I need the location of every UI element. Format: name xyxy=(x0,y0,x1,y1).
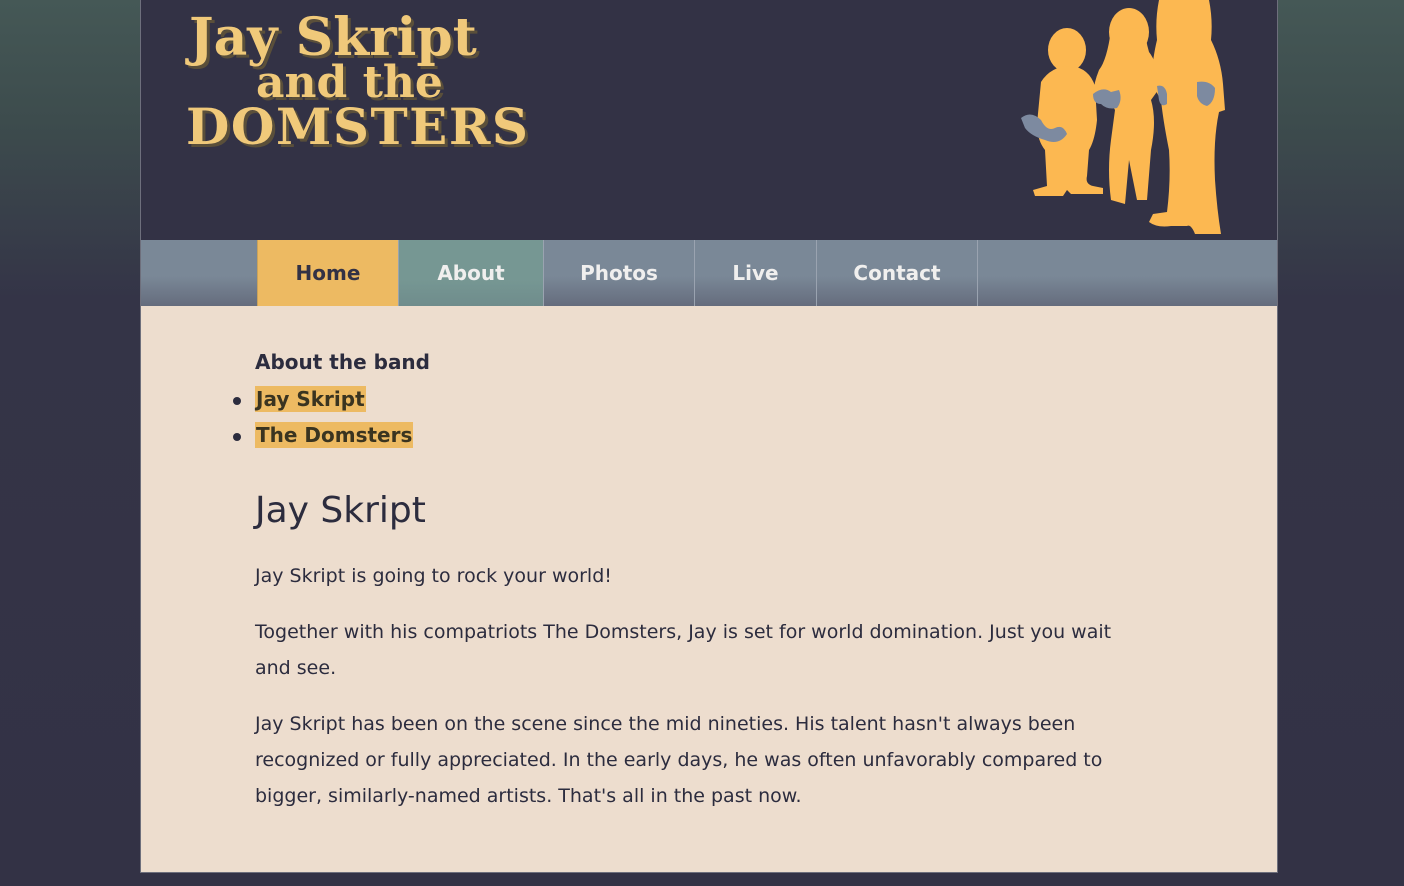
nav-item-contact[interactable]: Contact xyxy=(816,240,977,306)
nav-item-live[interactable]: Live xyxy=(694,240,816,306)
nav-item-label: Live xyxy=(732,261,779,285)
nav-item-about[interactable]: About xyxy=(398,240,543,306)
subnav-link-the-domsters[interactable]: The Domsters xyxy=(255,422,414,448)
subnav-item: Jay Skript xyxy=(233,386,413,422)
nav-item-label: About xyxy=(437,261,505,285)
section-heading: Jay Skript xyxy=(255,490,426,531)
page-wrapper: Jay Skript Jay Skript and the and the DO… xyxy=(140,0,1278,873)
logo-line3: DOMSTERS xyxy=(186,97,528,156)
nav-item-home[interactable]: Home xyxy=(257,240,398,306)
subnav-list: Jay Skript The Domsters xyxy=(233,386,414,458)
nav-item-label: Home xyxy=(295,261,361,285)
nav-list: Home About Photos Live Contact xyxy=(257,240,978,306)
main-navigation: Home About Photos Live Contact xyxy=(141,240,1277,306)
paragraph: Jay Skript is going to rock your world! xyxy=(255,565,612,587)
bullet-icon xyxy=(233,433,241,441)
subnav-item: The Domsters xyxy=(233,422,414,458)
nav-item-label: Photos xyxy=(580,261,658,285)
band-silhouette-image xyxy=(1021,0,1225,234)
subnav-title: About the band xyxy=(255,350,430,374)
paragraph: Together with his compatriots The Domste… xyxy=(255,621,1112,679)
nav-item-label: Contact xyxy=(853,261,941,285)
subnav-link-jay-skript[interactable]: Jay Skript xyxy=(255,386,366,412)
site-header: Jay Skript Jay Skript and the and the DO… xyxy=(141,0,1277,240)
band-logo[interactable]: Jay Skript Jay Skript and the and the DO… xyxy=(181,0,541,160)
paragraph: Jay Skript has been on the scene since t… xyxy=(255,713,1103,807)
nav-item-photos[interactable]: Photos xyxy=(543,240,694,306)
bullet-icon xyxy=(233,397,241,405)
